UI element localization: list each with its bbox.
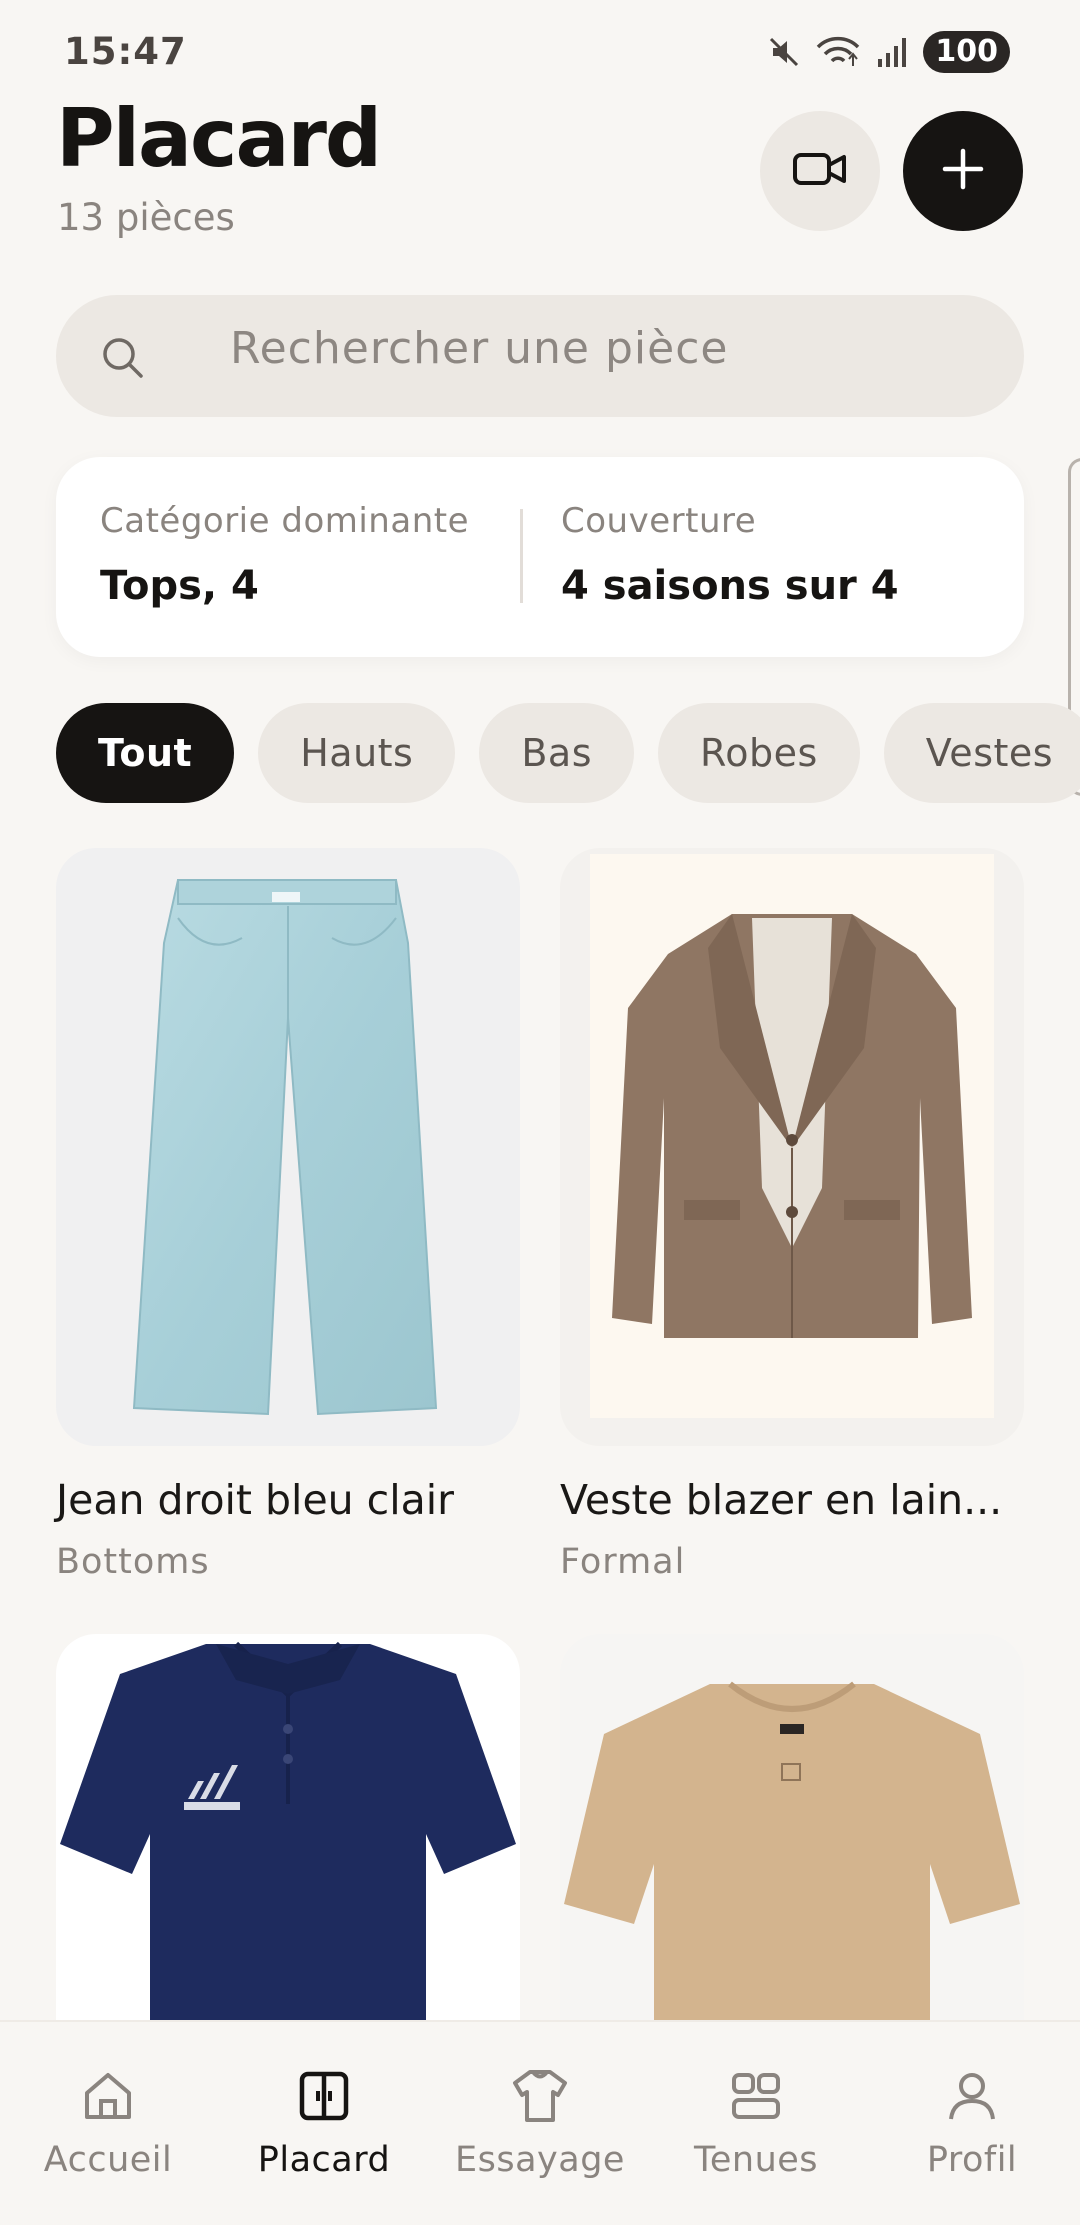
filter-chip-vestes[interactable]: Vestes xyxy=(883,703,1080,803)
nav-item-accueil[interactable]: Accueil xyxy=(0,2022,216,2225)
plus-icon xyxy=(941,147,985,195)
item-card[interactable]: Veste blazer en lain... Formal xyxy=(560,848,1024,1582)
home-icon xyxy=(81,2066,135,2126)
coverage-label: Couverture xyxy=(561,501,757,541)
filter-chip-tout[interactable]: Tout xyxy=(56,703,235,803)
item-name: Veste blazer en lain... xyxy=(560,1476,1003,1524)
item-image-blazer xyxy=(560,848,1024,1446)
battery-indicator: 100 xyxy=(923,31,1010,73)
filter-chip-bas[interactable]: Bas xyxy=(479,703,635,803)
outfits-grid-icon xyxy=(729,2066,783,2126)
signal-icon xyxy=(875,35,909,69)
item-name: Jean droit bleu clair xyxy=(56,1476,454,1524)
dominant-category-label: Catégorie dominante xyxy=(100,501,469,541)
filter-chip-hauts[interactable]: Hauts xyxy=(258,703,456,803)
status-time: 15:47 xyxy=(64,30,187,73)
mute-icon xyxy=(767,35,801,69)
wardrobe-icon xyxy=(297,2066,351,2126)
nav-item-essayage[interactable]: Essayage xyxy=(432,2022,648,2225)
search-icon xyxy=(100,335,146,385)
filter-chip-robes[interactable]: Robes xyxy=(658,703,860,803)
bottom-navigation: Accueil Placard Essayage Tenues Profil xyxy=(0,2020,1080,2225)
status-bar: 15:47 100 xyxy=(0,0,1080,100)
item-category: Formal xyxy=(560,1542,686,1582)
nav-item-profil[interactable]: Profil xyxy=(864,2022,1080,2225)
nav-item-tenues[interactable]: Tenues xyxy=(648,2022,864,2225)
nav-label: Placard xyxy=(257,2140,391,2180)
video-camera-icon xyxy=(792,149,848,193)
nav-label: Profil xyxy=(926,2140,1018,2180)
user-icon xyxy=(945,2066,999,2126)
category-filter-chips: Tout Hauts Bas Robes Vestes xyxy=(56,703,1080,803)
nav-item-placard[interactable]: Placard xyxy=(216,2022,432,2225)
item-image-jeans xyxy=(56,848,520,1446)
item-category: Bottoms xyxy=(56,1542,210,1582)
add-item-button[interactable] xyxy=(903,111,1023,231)
search-input[interactable]: Rechercher une pièce xyxy=(56,295,1024,417)
nav-label: Accueil xyxy=(43,2140,173,2180)
item-card[interactable]: Jean droit bleu clair Bottoms xyxy=(56,848,520,1582)
page-title: Placard xyxy=(56,92,382,185)
dominant-category-value: Tops, 4 xyxy=(100,563,259,609)
nav-label: Tenues xyxy=(693,2140,819,2180)
search-placeholder: Rechercher une pièce xyxy=(230,323,729,374)
wardrobe-stats-card: Catégorie dominante Tops, 4 Couverture 4… xyxy=(56,457,1024,657)
status-icons: 100 xyxy=(767,30,1010,74)
nav-label: Essayage xyxy=(455,2140,625,2180)
shirt-icon xyxy=(511,2066,569,2126)
stat-divider xyxy=(520,509,523,603)
video-button[interactable] xyxy=(760,111,880,231)
coverage-value: 4 saisons sur 4 xyxy=(561,563,899,609)
page-subtitle: 13 pièces xyxy=(57,196,235,239)
wifi-icon xyxy=(815,35,861,69)
